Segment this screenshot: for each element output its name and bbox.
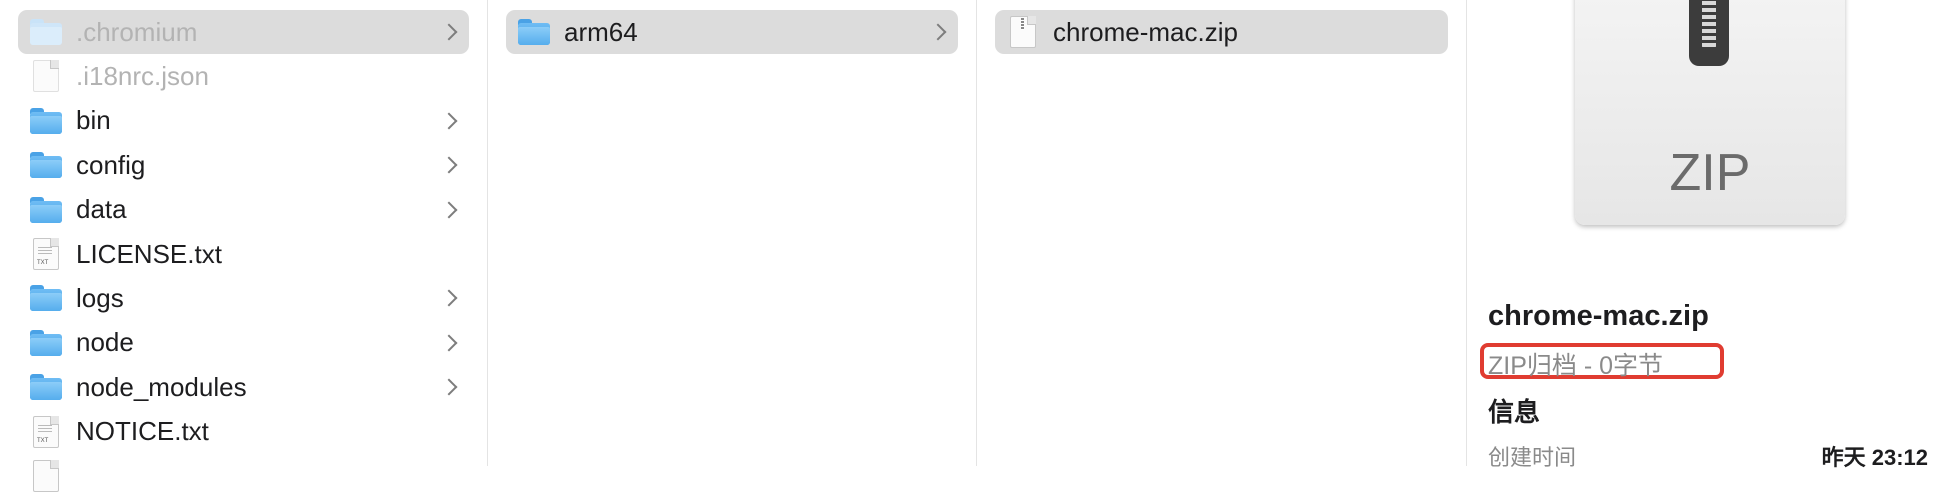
item-name: chrome-mac.zip xyxy=(1053,16,1238,47)
item-name: LICENSE.txt xyxy=(76,238,222,269)
folder-icon xyxy=(30,107,62,134)
chevron-right-icon xyxy=(440,156,458,174)
folder-icon xyxy=(30,19,62,45)
chevron-right-icon xyxy=(440,378,458,396)
item-name: data xyxy=(76,194,127,225)
finder-column-1: .chromium .i18nrc.json bin config data TXT LIC… xyxy=(0,0,488,492)
finder-item[interactable]: .i18nrc.json xyxy=(18,54,469,98)
finder-item[interactable]: TXT LICENSE.txt xyxy=(18,232,469,276)
item-name: node_modules xyxy=(76,371,247,402)
document-icon xyxy=(33,60,59,93)
finder-item[interactable]: config xyxy=(18,143,469,187)
item-name: node xyxy=(76,327,134,358)
item-name: logs xyxy=(76,282,124,313)
finder-item[interactable]: node_modules xyxy=(18,365,469,409)
folder-icon xyxy=(518,19,550,45)
zip-file-icon xyxy=(1010,16,1036,48)
chevron-right-icon xyxy=(440,201,458,219)
zip-icon-label: ZIP xyxy=(1669,144,1751,202)
folder-icon xyxy=(30,285,62,312)
folder-icon xyxy=(30,374,62,401)
preview-file-kind: ZIP归档 - 0字节 xyxy=(1488,352,1664,380)
item-name: NOTICE.txt xyxy=(76,416,209,447)
finder-item[interactable]: arm64 xyxy=(506,10,958,54)
chevron-right-icon xyxy=(440,23,458,41)
item-name: config xyxy=(76,149,146,180)
finder-item[interactable]: data xyxy=(18,188,469,232)
chevron-right-icon xyxy=(440,112,458,130)
folder-icon xyxy=(30,196,62,223)
chevron-right-icon xyxy=(929,23,947,41)
chevron-right-icon xyxy=(440,334,458,352)
finder-column-3: chrome-mac.zip xyxy=(977,0,1467,466)
folder-icon xyxy=(30,329,62,356)
finder-item[interactable] xyxy=(18,454,469,498)
finder-column-2: arm64 xyxy=(488,0,977,466)
folder-icon xyxy=(30,152,62,179)
item-name: bin xyxy=(76,105,111,136)
chevron-right-icon xyxy=(440,289,458,307)
zip-archive-icon: ZIP xyxy=(1575,0,1845,225)
finder-item[interactable]: chrome-mac.zip xyxy=(995,10,1448,54)
finder-item[interactable]: logs xyxy=(18,276,469,320)
finder-item[interactable]: bin xyxy=(18,99,469,143)
info-heading: 信息 xyxy=(1488,397,1541,427)
preview-file-name: chrome-mac.zip xyxy=(1488,300,1709,332)
finder-item[interactable]: TXT NOTICE.txt xyxy=(18,410,469,454)
document-icon xyxy=(33,460,59,492)
finder-item[interactable]: .chromium xyxy=(18,10,469,54)
item-name: .i18nrc.json xyxy=(76,60,209,91)
preview-pane: ZIP chrome-mac.zip ZIP归档 - 0字节 信息 创建时间 昨… xyxy=(1467,0,1946,470)
text-file-icon: TXT xyxy=(33,238,59,270)
item-name: arm64 xyxy=(564,16,638,47)
finder-item[interactable]: node xyxy=(18,321,469,365)
text-file-icon: TXT xyxy=(33,415,59,448)
created-value: 昨天 23:12 xyxy=(1821,445,1928,470)
item-name: .chromium xyxy=(76,16,198,47)
created-label: 创建时间 xyxy=(1488,445,1577,470)
